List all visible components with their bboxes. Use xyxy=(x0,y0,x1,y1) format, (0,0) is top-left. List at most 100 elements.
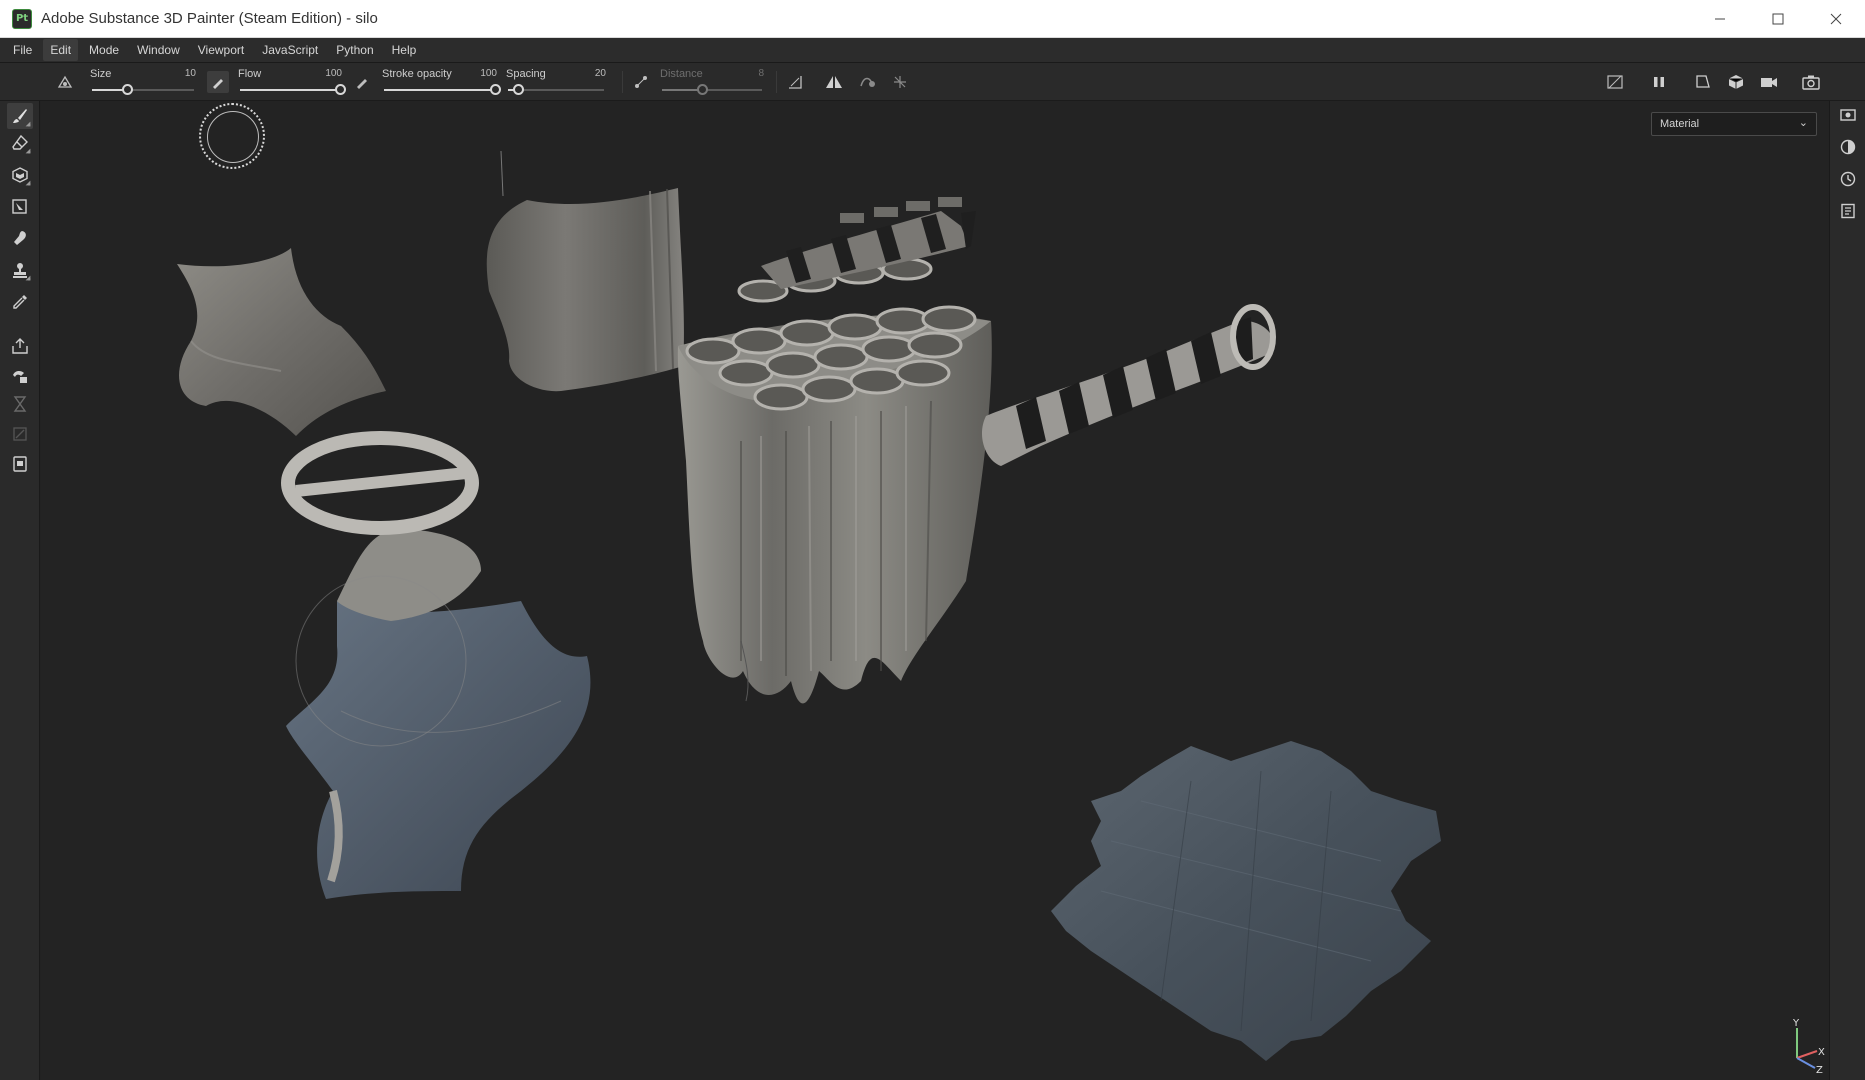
mirror-button[interactable] xyxy=(856,71,878,93)
symmetry-button[interactable] xyxy=(823,71,845,93)
maximize-icon xyxy=(1772,13,1784,25)
separator xyxy=(622,71,623,93)
flow-label: Flow xyxy=(238,68,262,80)
close-icon xyxy=(1830,13,1842,25)
distance-track[interactable] xyxy=(662,84,762,95)
stroke-opacity-label: Stroke opacity xyxy=(382,68,452,80)
screenshot-button[interactable] xyxy=(1800,71,1822,93)
spacing-label: Spacing xyxy=(506,68,546,80)
distance-value: 8 xyxy=(758,68,764,79)
minimize-button[interactable] xyxy=(1691,0,1749,38)
close-button[interactable] xyxy=(1807,0,1865,38)
size-value: 10 xyxy=(184,68,196,79)
cube-icon xyxy=(1728,75,1744,89)
lazy-mouse-toggle[interactable] xyxy=(630,71,652,93)
window-title: Adobe Substance 3D Painter (Steam Editio… xyxy=(41,10,378,27)
flow-pressure-toggle[interactable] xyxy=(207,71,229,93)
stroke-opacity-slider[interactable]: Stroke opacity 100 xyxy=(382,66,501,98)
axis-gizmo: Y X Z xyxy=(1789,1013,1829,1073)
menu-mode[interactable]: Mode xyxy=(82,39,126,61)
menu-file[interactable]: File xyxy=(6,39,39,61)
title-bar: Pt Adobe Substance 3D Painter (Steam Edi… xyxy=(0,0,1865,38)
size-knob[interactable] xyxy=(121,84,133,95)
material-picker-button[interactable] xyxy=(7,363,33,389)
axis-y-label: Y xyxy=(1792,1018,1800,1029)
size-label: Size xyxy=(90,68,112,80)
pause-render-button[interactable] xyxy=(1648,71,1670,93)
ring-junction-mesh xyxy=(281,431,591,899)
camera-mode-button[interactable] xyxy=(1725,71,1747,93)
display-settings-button[interactable] xyxy=(1837,104,1859,126)
menu-help[interactable]: Help xyxy=(385,39,424,61)
symmetry-icon xyxy=(826,76,842,88)
eraser-tool-button[interactable] xyxy=(7,130,33,156)
flow-value: 100 xyxy=(325,68,342,79)
minimize-icon xyxy=(1715,18,1725,20)
projection-tool-button[interactable] xyxy=(7,162,33,188)
spacing-track[interactable] xyxy=(508,84,604,95)
left-toolbar xyxy=(0,101,40,1080)
stroke-opacity-value: 100 xyxy=(480,68,497,79)
segmented-pipe-right xyxy=(981,304,1276,466)
maximize-button[interactable] xyxy=(1749,0,1807,38)
alignment-icon xyxy=(789,76,802,89)
shader-settings-icon xyxy=(1840,139,1856,155)
stroke-opacity-track[interactable] xyxy=(384,84,501,95)
clone-tool-button[interactable] xyxy=(7,257,33,283)
bake-button[interactable] xyxy=(7,333,33,359)
smudge-tool-button[interactable] xyxy=(7,225,33,251)
floor-tile-mesh xyxy=(1051,741,1441,1061)
menu-javascript[interactable]: JavaScript xyxy=(255,39,325,61)
right-toolbar xyxy=(1829,101,1865,1080)
shader-settings-button[interactable] xyxy=(1837,136,1859,158)
color-picker-tool-button[interactable] xyxy=(7,289,33,315)
distance-slider[interactable]: Distance 8 xyxy=(660,66,764,98)
log-button[interactable] xyxy=(1837,200,1859,222)
menu-edit[interactable]: Edit xyxy=(43,39,79,61)
axis-z-label: Z xyxy=(1816,1065,1823,1073)
size-slider[interactable]: Size 10 xyxy=(90,66,196,98)
pen-pressure-icon xyxy=(357,79,367,89)
geometry-mask-icon xyxy=(13,396,27,412)
3d-viewport[interactable]: Material ⌄ Y X Z xyxy=(41,101,1829,1080)
transform-button[interactable] xyxy=(7,421,33,447)
brush-preset-icon[interactable] xyxy=(54,71,76,93)
flow-knob[interactable] xyxy=(335,84,346,95)
spacing-slider[interactable]: Spacing 20 xyxy=(506,66,606,98)
menu-window[interactable]: Window xyxy=(130,39,187,61)
axis-gizmo-icon: Y X Z xyxy=(1792,1018,1825,1073)
geometry-mask-button[interactable] xyxy=(7,391,33,417)
flow-track[interactable] xyxy=(240,84,346,95)
separator xyxy=(776,71,777,93)
silo-cluster-mesh xyxy=(677,257,992,704)
menu-viewport[interactable]: Viewport xyxy=(191,39,251,61)
stroke-opacity-knob[interactable] xyxy=(490,84,501,95)
distance-knob[interactable] xyxy=(697,84,708,95)
history-button[interactable] xyxy=(1837,168,1859,190)
window-controls xyxy=(1691,0,1865,38)
material-picker-icon xyxy=(13,370,27,383)
distance-label: Distance xyxy=(660,68,703,80)
pen-pressure-icon xyxy=(213,79,223,89)
stroke-opacity-pressure-toggle[interactable] xyxy=(351,71,373,93)
flow-slider[interactable]: Flow 100 xyxy=(238,66,346,98)
spacing-knob[interactable] xyxy=(512,84,524,95)
size-track[interactable] xyxy=(92,84,194,95)
lazy-mouse-icon xyxy=(635,76,647,88)
auto-unwrap-icon xyxy=(13,456,27,472)
chevron-down-icon: ⌄ xyxy=(1798,117,1808,129)
tiling-icon xyxy=(894,76,906,88)
camera-settings-button[interactable] xyxy=(1758,71,1780,93)
tiling-button[interactable] xyxy=(889,71,911,93)
paint-tool-button[interactable] xyxy=(7,103,33,129)
polygon-fill-tool-button[interactable] xyxy=(7,194,33,220)
viewport-mode-value: Material xyxy=(1660,118,1700,130)
auto-unwrap-button[interactable] xyxy=(7,451,33,477)
viewport-mode-select[interactable]: Material ⌄ xyxy=(1651,112,1817,136)
hide-ui-button[interactable] xyxy=(1604,71,1626,93)
2d-3d-view-button[interactable] xyxy=(1692,71,1714,93)
alignment-button[interactable] xyxy=(784,71,806,93)
hide-ui-icon xyxy=(1607,75,1623,89)
menu-python[interactable]: Python xyxy=(329,39,380,61)
log-icon xyxy=(1841,203,1855,219)
